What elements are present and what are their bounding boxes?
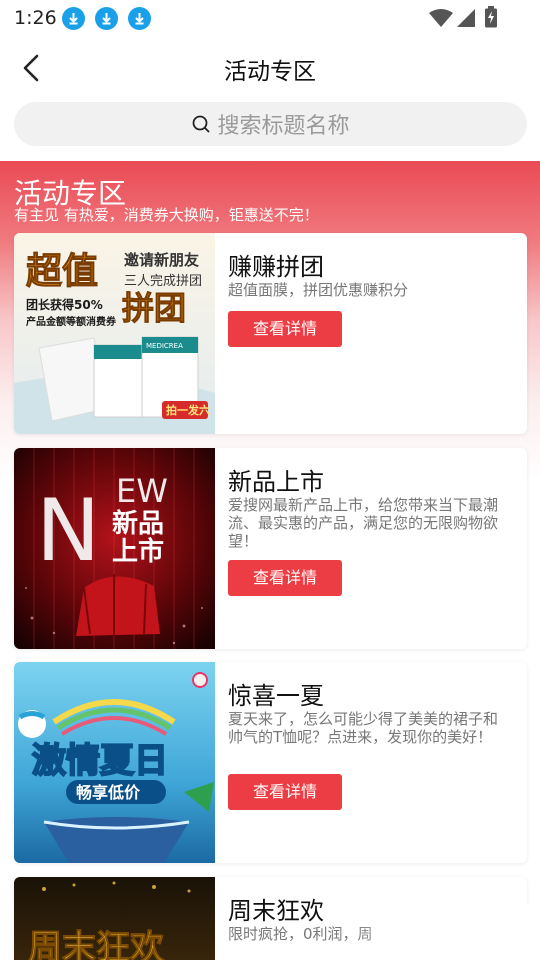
search-placeholder: 搜索标题名称 [217,114,350,139]
activity-card-new-products[interactable]: N EW 新品 上市 新品上市 爱搜网最新产品上市，给您带来当下最潮流、最实惠的… [14,448,527,649]
card-description: 夏天来了，怎么可能少得了美美的裙子和帅气的T恤呢？点进来，发现你的美好！ [228,710,499,746]
search-icon [193,115,210,133]
svg-text:三人完成拼团: 三人完成拼团 [124,274,202,289]
image-text-headline: 超值 [26,251,98,292]
nav-bar: 活动专区 [0,38,540,98]
svg-text:激情夏日: 激情夏日 [32,741,168,781]
status-time: 1:26 [14,7,57,29]
svg-text:N: N [36,481,100,581]
banner-subtitle: 有主见 有热爱，消费券大换购，钜惠送不完！ [14,206,319,224]
scroll-fade [350,905,540,960]
summer-image[interactable]: 激情夏日 畅享低价 [14,662,215,863]
wifi-icon [429,9,453,27]
download-icon [95,7,118,30]
page-title: 活动专区 [224,59,316,85]
card-description: 超值面膜，拼团优惠赚积分 [228,281,409,299]
svg-text:周末狂欢: 周末狂欢 [28,928,164,960]
svg-text:畅享低价: 畅享低价 [76,783,141,802]
card-title: 赚赚拼团 [228,253,324,281]
svg-text:MEDICREA: MEDICREA [146,342,183,350]
svg-text:团长获得50%: 团长获得50% [26,297,103,312]
card-title: 惊喜一夏 [228,682,324,710]
new-products-image[interactable]: N EW 新品 上市 [14,448,215,649]
svg-text:上市: 上市 [112,536,164,567]
activity-card-summer[interactable]: 激情夏日 畅享低价 惊喜一夏 夏天来了，怎么可能少得了美美的裙子和帅气的T恤呢？… [14,662,527,863]
card-description: 爱搜网最新产品上市，给您带来当下最潮流、最实惠的产品，满足您的无限购物欲望！ [228,496,499,550]
card-title: 周末狂欢 [228,897,324,925]
download-icon [62,7,85,30]
view-details-button[interactable]: 查看详情 [228,774,342,810]
group-buy-image[interactable]: 超值 邀请新朋友 三人完成拼团 拼团 团长获得50% 产品金额等额消费券 MED… [14,233,215,434]
svg-text:新品: 新品 [112,508,164,539]
svg-text:拼团: 拼团 [122,289,186,327]
svg-text:产品金额等额消费券: 产品金额等额消费券 [26,315,117,328]
signal-icon [457,9,475,27]
svg-text:拍一发六: 拍一发六 [166,403,210,417]
svg-text:EW: EW [116,472,168,510]
status-bar: 1:26 [0,0,540,38]
weekend-image[interactable]: 周末狂欢 [14,877,215,960]
view-details-button[interactable]: 查看详情 [228,560,342,596]
card-title: 新品上市 [228,468,324,496]
activity-card-group-buy[interactable]: 超值 邀请新朋友 三人完成拼团 拼团 团长获得50% 产品金额等额消费券 MED… [14,233,527,434]
battery-icon [485,6,497,28]
view-details-button[interactable]: 查看详情 [228,311,342,347]
search-input[interactable]: 搜索标题名称 [14,102,527,146]
svg-text:邀请新朋友: 邀请新朋友 [124,251,199,269]
download-icon [128,7,151,30]
